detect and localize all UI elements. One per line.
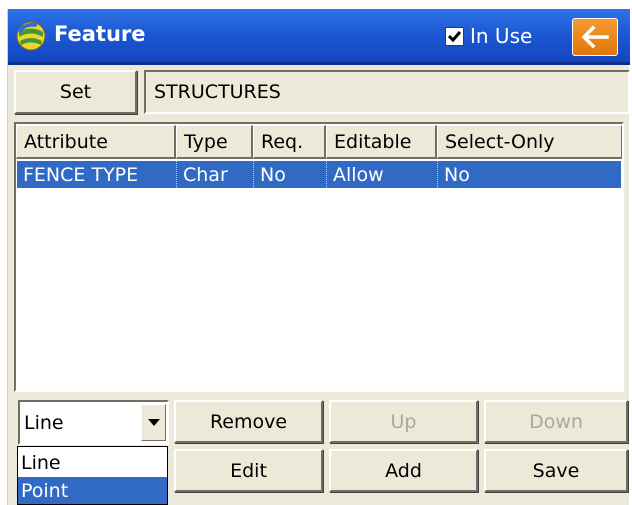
column-header-req[interactable]: Req.: [253, 125, 326, 159]
add-button[interactable]: Add: [329, 449, 478, 492]
set-value-text: STRUCTURES: [154, 81, 281, 103]
checkmark-icon: [447, 31, 462, 43]
geometry-type-value: Line: [24, 411, 64, 434]
geometry-type-select[interactable]: Line: [18, 400, 169, 445]
column-header-select-only[interactable]: Select-Only: [437, 125, 622, 159]
column-header-editable[interactable]: Editable: [326, 125, 437, 159]
up-button[interactable]: Up: [329, 400, 478, 443]
back-button[interactable]: [572, 18, 618, 56]
window-title: Feature: [54, 22, 146, 46]
chevron-down-icon: [147, 418, 160, 426]
down-button[interactable]: Down: [484, 400, 628, 443]
remove-button[interactable]: Remove: [174, 400, 323, 443]
option-line[interactable]: Line: [18, 449, 167, 476]
set-value-field: STRUCTURES: [144, 70, 630, 114]
geometry-type-options: Line Point: [17, 446, 168, 505]
cell-type: Char: [177, 161, 254, 188]
edit-button[interactable]: Edit: [174, 449, 323, 492]
feature-window: Feature In Use Set STRUCTURES Attribute …: [7, 9, 630, 505]
cell-req: No: [254, 161, 327, 188]
in-use-checkbox[interactable]: [445, 27, 464, 46]
attribute-list[interactable]: Attribute Type Req. Editable Select-Only…: [14, 122, 624, 392]
arrow-left-icon: [581, 25, 609, 49]
in-use-label[interactable]: In Use: [470, 24, 532, 48]
column-header-attribute[interactable]: Attribute: [16, 125, 176, 159]
cell-attribute: FENCE TYPE: [17, 161, 177, 188]
title-bar: Feature In Use: [8, 9, 630, 65]
cell-select-only: No: [444, 163, 470, 186]
globe-icon: [16, 21, 46, 51]
option-point[interactable]: Point: [18, 477, 167, 504]
table-row[interactable]: FENCE TYPE Char No Allow No: [17, 161, 621, 188]
set-button-label: Set: [59, 81, 92, 103]
save-button[interactable]: Save: [484, 449, 628, 492]
column-header-type[interactable]: Type: [176, 125, 253, 159]
cell-editable: Allow: [327, 161, 438, 188]
dropdown-button[interactable]: [141, 404, 166, 441]
set-button[interactable]: Set: [14, 70, 137, 114]
